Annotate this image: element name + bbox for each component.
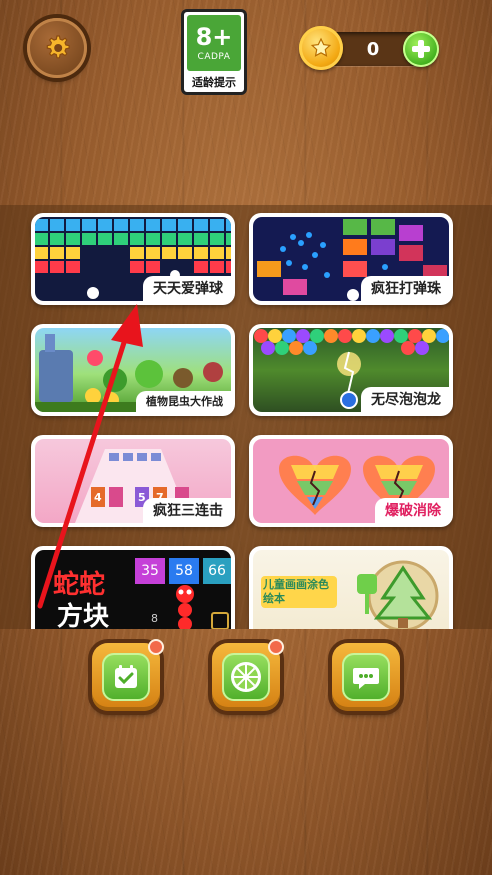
lucky-wheel-button[interactable]: [212, 639, 284, 711]
daily-checkin-button[interactable]: [92, 639, 164, 711]
calendar-check-icon: [115, 665, 137, 688]
gear-icon: [46, 35, 70, 59]
art-text-blocks: 方块: [57, 602, 110, 629]
small-number: 8: [151, 612, 158, 625]
game-title: 无尽泡泡龙: [361, 387, 449, 412]
game-card-bubble-dragon[interactable]: 无尽泡泡龙: [249, 324, 453, 416]
game-title: 天天爱弹球: [143, 276, 231, 301]
age-hint: 适龄提示: [192, 76, 236, 89]
coin-count: 0: [366, 39, 380, 60]
notification-dot: [268, 639, 284, 655]
game-title: 疯狂打弹珠: [361, 276, 449, 301]
plus-icon: [412, 40, 430, 58]
age-rating-badge: 8+ CADPA 适龄提示: [181, 9, 247, 95]
number-tile: 58: [169, 558, 199, 584]
snake-head-icon: [176, 585, 194, 629]
svg-text:4: 4: [94, 491, 102, 504]
game-panel: 天天爱弹球 疯狂打弹珠 植物昆虫大作战 无尽泡泡龙 4 5 疯狂三连击 爆破消除…: [0, 205, 492, 629]
age-org: CADPA: [197, 51, 231, 62]
coin-icon: [299, 26, 343, 70]
game-title: 植物昆虫大作战: [136, 391, 231, 412]
game-art-kids-coloring: 儿童画画涂色绘本: [253, 550, 449, 629]
age-rating: 8+: [195, 22, 233, 51]
add-coin-button[interactable]: [403, 31, 439, 67]
number-tile: 66: [203, 558, 231, 584]
game-card-kids-coloring[interactable]: 儿童画画涂色绘本: [249, 546, 453, 629]
game-card-snake-blocks[interactable]: 蛇蛇 方块 35 58 66 8: [31, 546, 235, 629]
game-card-crazy-triple[interactable]: 457 疯狂三连击: [31, 435, 235, 527]
notification-dot: [148, 639, 164, 655]
game-title: 爆破消除: [375, 498, 449, 523]
lemon-wheel-icon: [231, 662, 261, 692]
chat-bubble-icon: [353, 668, 379, 689]
shield-icon: [211, 612, 229, 629]
settings-button[interactable]: [27, 18, 87, 78]
star-icon: [310, 37, 332, 57]
game-title: 疯狂三连击: [143, 498, 231, 523]
number-tile: 35: [135, 558, 165, 584]
messages-button[interactable]: [332, 643, 400, 711]
game-card-brick-breaker[interactable]: 天天爱弹球: [31, 213, 235, 305]
game-card-plants-vs-insects[interactable]: 植物昆虫大作战: [31, 324, 235, 416]
game-art-snake-blocks: 蛇蛇 方块 35 58 66 8: [35, 550, 231, 629]
game-card-crazy-marbles[interactable]: 疯狂打弹珠: [249, 213, 453, 305]
art-text-coloring: 儿童画画涂色绘本: [261, 576, 337, 608]
tree-icon: [357, 560, 439, 629]
game-card-blast-eliminate[interactable]: 爆破消除: [249, 435, 453, 527]
